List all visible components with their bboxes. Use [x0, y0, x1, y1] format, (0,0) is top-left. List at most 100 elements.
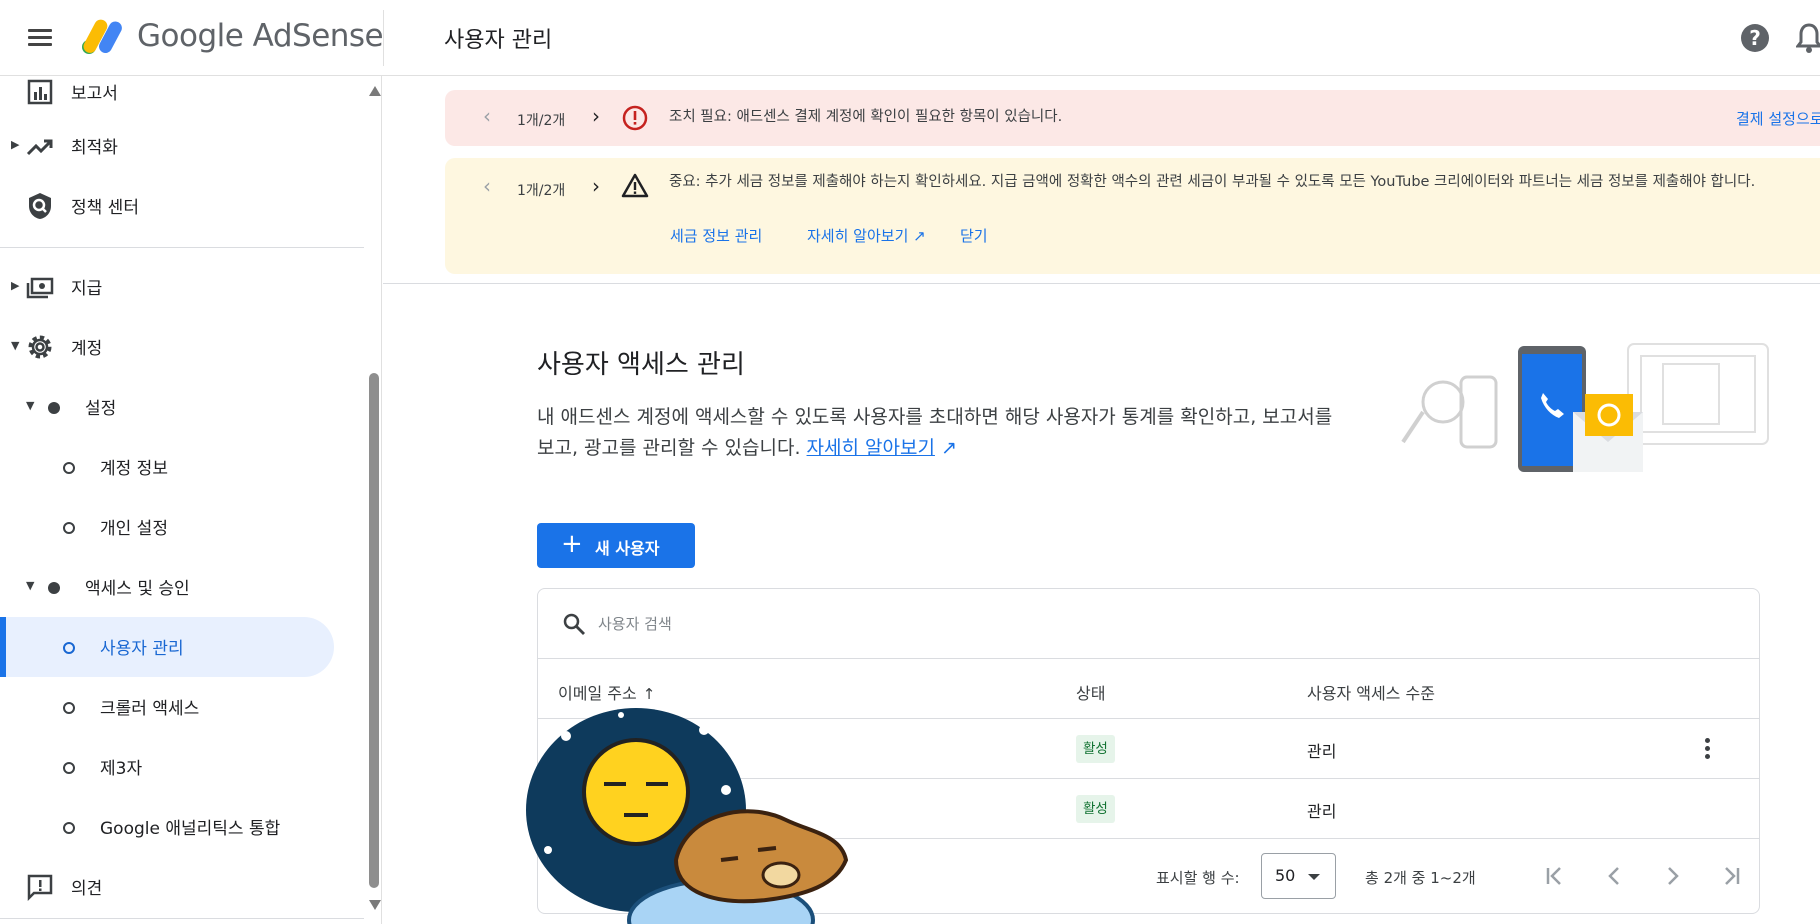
sidebar-item-optimize[interactable]: ▶ 최적화	[0, 116, 340, 176]
sidebar-item-label: 의견	[71, 879, 103, 899]
alert-message: 조치 필요: 애드센스 결제 계정에 확인이 필요한 항목이 있습니다.	[669, 109, 1063, 125]
rows-per-page-select[interactable]: 50	[1261, 853, 1336, 899]
column-header-access-level: 사용자 액세스 수준	[1307, 684, 1435, 703]
sidebar-item-policy-center[interactable]: 정책 센터	[0, 176, 340, 236]
sidebar-scrollbar[interactable]	[364, 76, 381, 924]
sidebar-item-feedback[interactable]: 의견	[0, 857, 340, 917]
column-header-status: 상태	[1076, 684, 1106, 703]
open-in-new-icon: ↗	[940, 437, 957, 459]
sidebar-item-analytics-integration[interactable]: Google 애널리틱스 통합	[0, 797, 340, 857]
previous-page-icon[interactable]	[1599, 861, 1629, 891]
sidebar-item-label: 보고서	[71, 84, 118, 104]
collapse-caret-icon[interactable]: ▼	[26, 579, 34, 592]
notice-message: 중요: 추가 세금 정보를 제출해야 하는지 확인하세요. 지급 금액에 정확한…	[669, 174, 1756, 190]
pagination-range: 총 2개 중 1~2개	[1365, 869, 1476, 887]
search-icon	[563, 613, 585, 635]
last-page-icon[interactable]	[1716, 861, 1746, 891]
sidebar-item-payments[interactable]: ▶ 지급	[0, 257, 340, 317]
access-level-cell: 관리	[1307, 742, 1337, 761]
add-user-button[interactable]: + 새 사용자	[537, 523, 695, 568]
expand-caret-icon[interactable]: ▶	[11, 279, 19, 292]
open-in-new-icon: ↗	[913, 227, 926, 245]
warning-icon	[621, 173, 649, 198]
sleeping-character-sticker	[526, 708, 849, 924]
bullet-ring-icon	[63, 522, 75, 534]
sidebar-item-account[interactable]: ▼ 계정	[0, 317, 340, 377]
learn-more-link[interactable]: 자세히 알아보기 ↗	[807, 225, 926, 246]
user-access-illustration	[1401, 343, 1769, 472]
collapse-caret-icon[interactable]: ▼	[11, 339, 19, 352]
go-to-payment-settings-link[interactable]: 결제 설정으로 이동	[1736, 108, 1820, 129]
sidebar-item-label: 액세스 및 승인	[85, 579, 190, 599]
page-title: 사용자 관리	[444, 28, 553, 53]
gear-icon	[28, 335, 52, 359]
feedback-icon	[27, 874, 53, 901]
help-icon[interactable]: ?	[1741, 24, 1769, 52]
sidebar-item-user-management[interactable]: 사용자 관리	[0, 617, 334, 677]
app-logo-text: Google AdSense	[137, 18, 384, 54]
bullet-ring-icon	[63, 642, 75, 654]
bullet-ring-icon	[63, 462, 75, 474]
status-badge: 활성	[1076, 735, 1115, 763]
rows-per-page-label: 표시할 행 수:	[1156, 869, 1240, 887]
sidebar-divider	[0, 247, 364, 248]
content-divider	[383, 283, 1820, 284]
sidebar-item-settings[interactable]: ▼ 설정	[0, 377, 340, 437]
trending-up-icon	[26, 139, 53, 156]
first-page-icon[interactable]	[1540, 861, 1570, 891]
sidebar-item-personal-settings[interactable]: 개인 설정	[0, 497, 340, 557]
bullet-ring-icon	[63, 702, 75, 714]
adsense-logo-icon	[82, 19, 122, 54]
learn-more-link[interactable]: 자세히 알아보기	[807, 437, 935, 459]
sidebar-item-label: 개인 설정	[100, 519, 168, 539]
search-bar	[538, 589, 1759, 659]
access-level-cell: 관리	[1307, 802, 1337, 821]
search-input[interactable]	[598, 609, 1298, 639]
next-page-icon[interactable]	[1658, 861, 1688, 891]
menu-icon[interactable]	[28, 26, 54, 48]
alert-banner: ‹ 1개/2개 › 조치 필요: 애드센스 결제 계정에 확인이 필요한 항목이…	[445, 90, 1820, 146]
banner-counter: 1개/2개	[517, 113, 566, 129]
banner-prev-button[interactable]: ‹	[483, 174, 491, 198]
expand-caret-icon[interactable]: ▶	[11, 138, 19, 151]
sidebar-item-label: 최적화	[71, 138, 118, 158]
status-badge: 활성	[1076, 795, 1115, 823]
more-vert-icon[interactable]	[1693, 735, 1721, 763]
shield-icon	[29, 193, 51, 219]
sidebar-divider	[0, 918, 364, 919]
sidebar-item-crawler-access[interactable]: 크롤러 액세스	[0, 677, 340, 737]
payments-icon	[26, 277, 54, 299]
dismiss-link[interactable]: 닫기	[960, 225, 988, 246]
notice-banner: ‹ 1개/2개 › 중요: 추가 세금 정보를 제출해야 하는지 확인하세요. …	[445, 158, 1820, 274]
bullet-icon	[48, 582, 60, 594]
dropdown-arrow-icon	[1308, 874, 1320, 880]
collapse-caret-icon[interactable]: ▼	[26, 399, 34, 412]
sidebar-item-access-authorization[interactable]: ▼ 액세스 및 승인	[0, 557, 340, 617]
section-description: 내 애드센스 계정에 액세스할 수 있도록 사용자를 초대하면 해당 사용자가 …	[537, 406, 1333, 459]
section-title: 사용자 액세스 관리	[537, 350, 745, 380]
sidebar-item-label: 크롤러 액세스	[100, 699, 200, 719]
error-icon	[622, 105, 648, 131]
banner-next-button[interactable]: ›	[592, 174, 600, 198]
scroll-up-arrow-icon[interactable]	[369, 86, 381, 96]
bullet-ring-icon	[63, 762, 75, 774]
scroll-down-arrow-icon[interactable]	[369, 900, 381, 910]
sidebar-item-label: 지급	[71, 279, 103, 299]
bell-icon[interactable]	[1796, 22, 1820, 54]
sidebar-nav: 보고서 ▶ 최적화 정책 센터 ▶ 지급 ▼ 계정 ▼ 설정 계정 정보 개인 …	[0, 76, 382, 924]
topbar-divider	[383, 10, 384, 66]
banner-next-button[interactable]: ›	[592, 104, 600, 128]
sidebar-item-account-info[interactable]: 계정 정보	[0, 437, 340, 497]
sidebar-item-third-parties[interactable]: 제3자	[0, 737, 340, 797]
add-user-label: 새 사용자	[595, 539, 660, 558]
sidebar-item-label: 계정 정보	[100, 459, 168, 479]
sidebar-item-label: 설정	[85, 399, 117, 419]
manage-tax-info-link[interactable]: 세금 정보 관리	[670, 225, 762, 246]
sidebar-item-label: 사용자 관리	[100, 639, 184, 659]
banner-counter: 1개/2개	[517, 183, 566, 199]
sidebar-item-label: Google 애널리틱스 통합	[100, 819, 281, 839]
scrollbar-thumb[interactable]	[369, 373, 379, 888]
banner-prev-button[interactable]: ‹	[483, 104, 491, 128]
sidebar-item-label: 계정	[71, 339, 103, 359]
sidebar-item-label: 정책 센터	[71, 198, 139, 218]
